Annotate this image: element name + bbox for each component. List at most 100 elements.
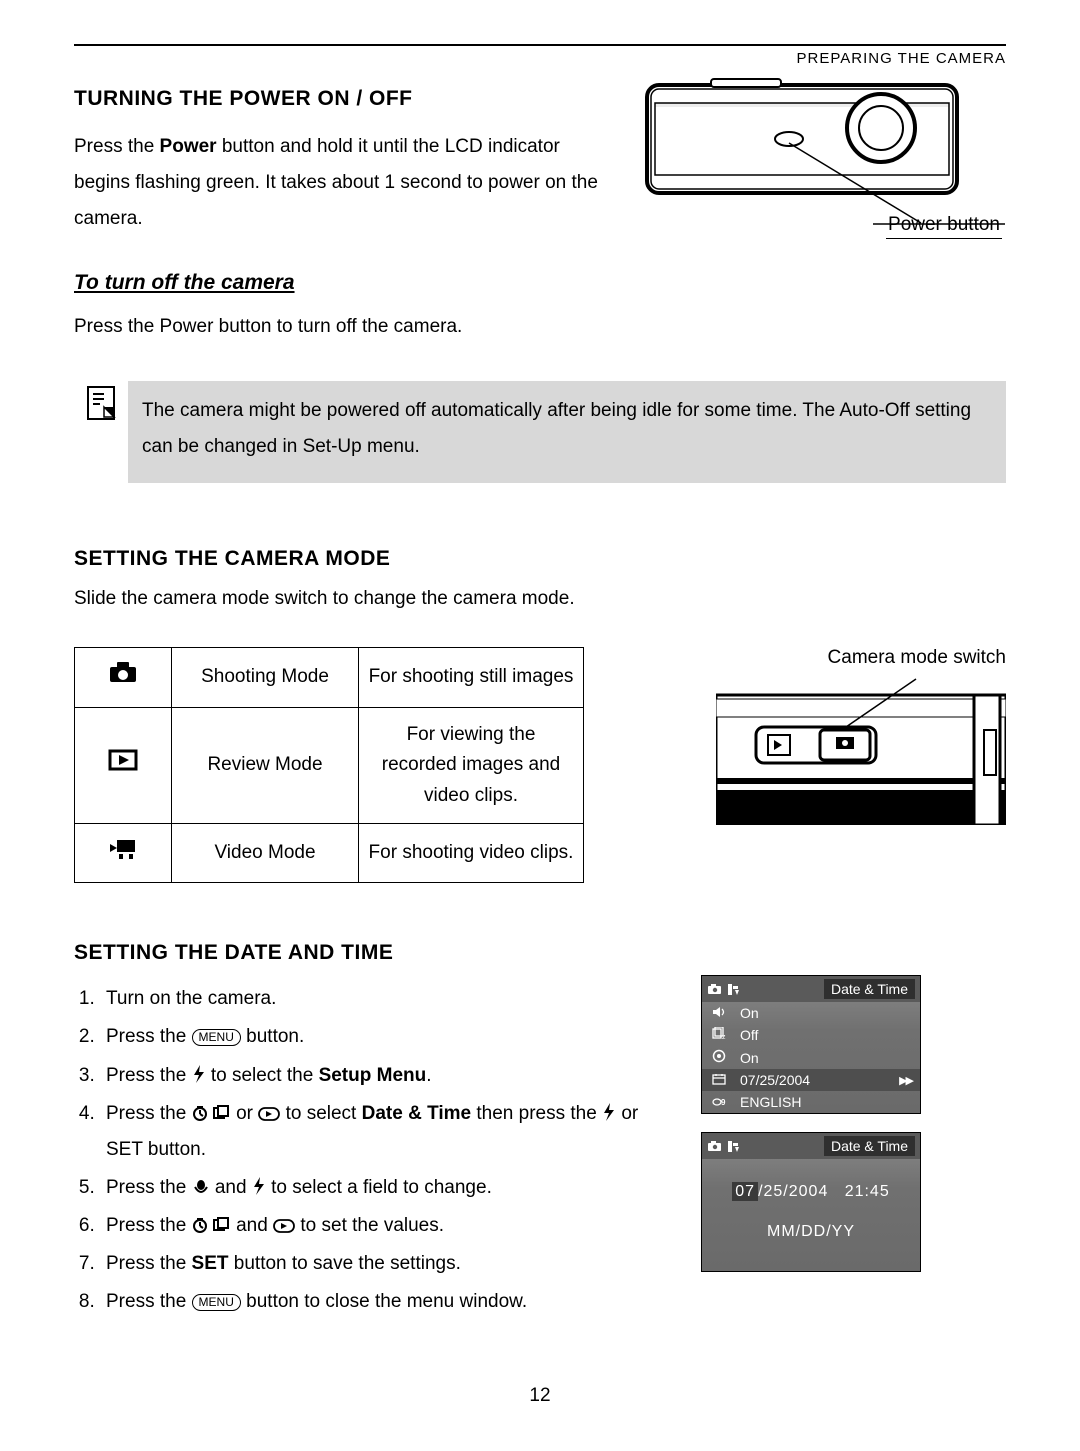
txt-bold: Setup Menu <box>319 1065 427 1086</box>
txt: Press the <box>106 1253 192 1274</box>
section-power: TURNING THE POWER ON / OFF Press the Pow… <box>74 73 1006 309</box>
date-format: MM/DD/YY <box>702 1223 920 1241</box>
top-rule <box>74 44 1006 46</box>
quickview-icon: z <box>710 1027 728 1043</box>
timer-icon <box>192 1217 208 1233</box>
mode-name: Shooting Mode <box>172 648 359 707</box>
page-number: 12 <box>0 1385 1080 1407</box>
screen-body: 07/25/2004 21:45 MM/DD/YY <box>702 1159 920 1271</box>
mode-table: Shooting Mode For shooting still images … <box>74 647 584 883</box>
txt: button to close the menu window. <box>241 1291 527 1312</box>
list-item: Turn on the camera. <box>100 981 679 1017</box>
camera-white-icon <box>707 983 722 995</box>
txt: . <box>426 1065 431 1086</box>
setup-white-icon <box>726 1140 740 1153</box>
macro-icon <box>192 1179 210 1195</box>
txt: or <box>236 1103 258 1124</box>
txt: to select the <box>211 1065 319 1086</box>
mode-desc: For viewing the recorded images and vide… <box>359 707 584 823</box>
txt: and <box>236 1215 273 1236</box>
setup-value: 07/25/2004 <box>740 1072 810 1088</box>
screen-body: On z Off On <box>702 1002 920 1113</box>
arrow-right-icon: ▶▶ <box>899 1074 912 1087</box>
txt: Press the <box>106 1026 192 1047</box>
list-item: Press the and to set the values. <box>100 1208 679 1244</box>
setup-row: 9 ENGLISH <box>702 1091 920 1113</box>
txt: Press the <box>106 1103 192 1124</box>
txt: Press the <box>106 1215 192 1236</box>
list-item: Press the and to select a field to chang… <box>100 1170 679 1206</box>
review-small-icon <box>273 1219 295 1233</box>
multi-icon <box>213 1105 231 1121</box>
review-small-icon <box>258 1107 280 1121</box>
setup-value: ENGLISH <box>740 1094 801 1110</box>
setup-value: On <box>740 1005 759 1021</box>
table-row: Review Mode For viewing the recorded ima… <box>75 707 584 823</box>
shooting-mode-icon <box>75 648 172 707</box>
heading-power: TURNING THE POWER ON / OFF <box>74 79 621 119</box>
setup-white-icon <box>726 983 740 996</box>
screen-header: Date & Time <box>702 1133 920 1159</box>
txt-bold: Date & Time <box>362 1103 471 1124</box>
setup-row: On <box>702 1002 920 1024</box>
screen-header: Date & Time <box>702 976 920 1002</box>
time-value: 21:45 <box>845 1183 890 1200</box>
camera-mode-intro: Slide the camera mode switch to change t… <box>74 581 1006 617</box>
speaker-icon <box>710 1006 728 1021</box>
note-text: The camera might be powered off automati… <box>128 381 1006 483</box>
list-item: Press the SET button to save the setting… <box>100 1246 679 1282</box>
mode-desc: For shooting still images <box>359 648 584 707</box>
txt-bold: SET <box>192 1253 229 1274</box>
power-save-icon <box>710 1049 728 1066</box>
power-button-label: Power button <box>886 214 1002 239</box>
setup-row: On <box>702 1046 920 1069</box>
setup-value: On <box>740 1050 759 1066</box>
setup-value: Off <box>740 1027 758 1043</box>
mode-switch-label: Camera mode switch <box>624 647 1006 669</box>
txt: button to save the settings. <box>229 1253 461 1274</box>
date-icon <box>710 1073 728 1088</box>
heading-date-time: SETTING THE DATE AND TIME <box>74 941 1006 965</box>
date-highlight: 07 <box>732 1182 758 1201</box>
date-time-steps: Turn on the camera. Press the MENU butto… <box>74 981 679 1320</box>
camera-white-icon <box>707 1140 722 1152</box>
power-paragraph: Press the Power button and hold it until… <box>74 129 621 237</box>
list-item: Press the MENU button to close the menu … <box>100 1284 679 1320</box>
list-item: Press the to select the Setup Menu. <box>100 1058 679 1094</box>
txt: to set the values. <box>300 1215 444 1236</box>
setup-row-selected: 07/25/2004 ▶▶ <box>702 1069 920 1091</box>
turnoff-text: Press the Power button to turn off the c… <box>74 309 1006 345</box>
timer-icon <box>192 1105 208 1121</box>
section-header-label: PREPARING THE CAMERA <box>74 50 1006 67</box>
mode-desc: For shooting video clips. <box>359 824 584 883</box>
lcd-screen-datetime: Date & Time 07/25/2004 21:45 MM/DD/YY <box>701 1132 921 1272</box>
txt-bold: Power <box>160 136 217 157</box>
txt: to select <box>286 1103 362 1124</box>
txt: Press the <box>106 1291 192 1312</box>
table-row: Video Mode For shooting video clips. <box>75 824 584 883</box>
mode-switch-diagram: Camera mode switch <box>624 647 1006 830</box>
menu-button-icon: MENU <box>192 1294 241 1311</box>
txt: button. <box>241 1026 304 1047</box>
mode-name: Video Mode <box>172 824 359 883</box>
heading-camera-mode: SETTING THE CAMERA MODE <box>74 547 1006 571</box>
txt: to select a field to change. <box>271 1177 492 1198</box>
txt: then press the <box>471 1103 602 1124</box>
screen-title: Date & Time <box>824 1136 915 1156</box>
flash-icon <box>602 1103 616 1121</box>
screen-title: Date & Time <box>824 979 915 999</box>
menu-button-icon: MENU <box>192 1029 241 1046</box>
review-mode-icon <box>75 707 172 823</box>
language-icon: 9 <box>710 1095 728 1110</box>
svg-text:9: 9 <box>721 1098 726 1107</box>
txt: Press the <box>106 1065 192 1086</box>
setup-row: z Off <box>702 1024 920 1046</box>
multi-icon <box>213 1217 231 1233</box>
note-box: The camera might be powered off automati… <box>86 381 1006 483</box>
table-row: Shooting Mode For shooting still images <box>75 648 584 707</box>
flash-icon <box>192 1065 206 1083</box>
txt: and <box>215 1177 252 1198</box>
mode-name: Review Mode <box>172 707 359 823</box>
flash-icon <box>252 1177 266 1195</box>
page: PREPARING THE CAMERA TURNING THE POWER O… <box>0 0 1080 1451</box>
